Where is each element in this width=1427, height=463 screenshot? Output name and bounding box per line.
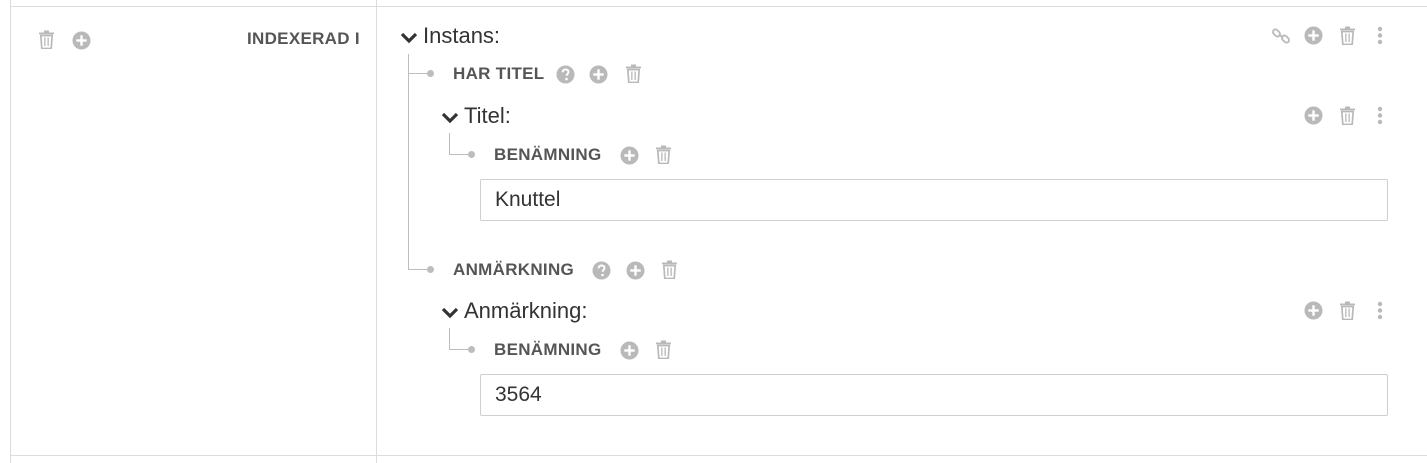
tree-node-dot [468, 151, 475, 158]
add-icon[interactable] [620, 341, 639, 360]
frame-border-left [10, 0, 11, 463]
trash-icon[interactable] [38, 30, 55, 49]
entity-title-anmarkning: Anmärkning: [464, 298, 588, 323]
property-label-anmarkning: ANMÄRKNING [453, 260, 575, 279]
help-icon[interactable] [556, 65, 575, 84]
tree-line [449, 133, 450, 154]
trash-icon[interactable] [1339, 26, 1356, 45]
kebab-menu-icon[interactable] [1377, 301, 1383, 320]
chevron-down-icon[interactable] [441, 306, 459, 324]
tree-node-dot [468, 346, 475, 353]
entity-title-instans: Instans: [423, 23, 501, 48]
add-icon[interactable] [1304, 106, 1323, 125]
tree-line [449, 328, 450, 349]
tree-line [449, 349, 469, 350]
trash-icon[interactable] [655, 145, 672, 164]
chevron-down-icon[interactable] [441, 111, 459, 129]
tree-node-dot [427, 70, 434, 77]
tree-node-dot [427, 266, 434, 273]
add-icon[interactable] [620, 146, 639, 165]
column-divider [376, 0, 377, 463]
link-icon[interactable] [1271, 26, 1291, 46]
trash-icon[interactable] [625, 64, 642, 83]
entity-title-titel: Titel: [464, 103, 511, 128]
property-label-benamning: BENÄMNING [494, 145, 602, 164]
tree-line [449, 154, 469, 155]
trash-icon[interactable] [1339, 106, 1356, 125]
property-label-har-titel: HAR TITEL [453, 64, 545, 83]
benamning-text-field[interactable]: 3564 [480, 374, 1388, 416]
chevron-down-icon[interactable] [400, 31, 418, 49]
property-label-indexerad-i: INDEXERAD I [247, 29, 360, 48]
tree-line [408, 54, 409, 270]
help-icon[interactable] [592, 261, 611, 280]
tree-line [408, 73, 428, 74]
add-icon[interactable] [589, 65, 608, 84]
tree-line [408, 269, 428, 270]
trash-icon[interactable] [661, 260, 678, 279]
kebab-menu-icon[interactable] [1377, 106, 1383, 125]
trash-icon[interactable] [1339, 301, 1356, 320]
property-label-benamning: BENÄMNING [494, 340, 602, 359]
add-icon[interactable] [1304, 26, 1323, 45]
trash-icon[interactable] [655, 340, 672, 359]
frame-border-bottom [10, 455, 1427, 456]
frame-border-top [10, 6, 1427, 7]
add-icon[interactable] [1304, 301, 1323, 320]
add-icon[interactable] [72, 31, 91, 50]
benamning-text-field[interactable]: Knuttel [480, 179, 1388, 221]
add-icon[interactable] [626, 261, 645, 280]
kebab-menu-icon[interactable] [1377, 26, 1383, 45]
